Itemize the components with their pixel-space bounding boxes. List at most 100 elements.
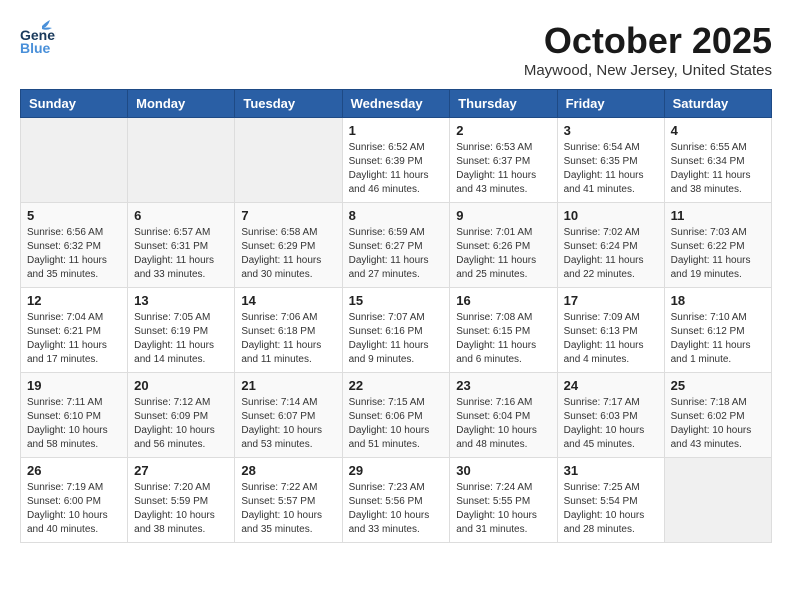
- day-number: 19: [27, 378, 121, 393]
- day-number: 7: [241, 208, 335, 223]
- day-number: 31: [564, 463, 658, 478]
- day-number: 22: [349, 378, 444, 393]
- weekday-header-tuesday: Tuesday: [235, 90, 342, 118]
- day-info: Sunrise: 6:53 AM Sunset: 6:37 PM Dayligh…: [456, 141, 550, 197]
- day-info: Sunrise: 7:11 AM Sunset: 6:10 PM Dayligh…: [27, 396, 121, 452]
- calendar-cell: 13Sunrise: 7:05 AM Sunset: 6:19 PM Dayli…: [128, 288, 235, 373]
- calendar-cell: 19 Sunrise: 7:11 AM Sunset: 6:10 PM Dayli…: [21, 373, 128, 458]
- day-info: Sunrise: 6:57 AM Sunset: 6:31 PM Dayligh…: [134, 226, 228, 282]
- day-info: Sunrise: 7:25 AM Sunset: 5:54 PM Dayligh…: [564, 481, 658, 537]
- day-info: Sunrise: 7:12 AM Sunset: 6:09 PM Dayligh…: [134, 396, 228, 452]
- weekday-header-saturday: Saturday: [664, 90, 771, 118]
- weekday-header-monday: Monday: [128, 90, 235, 118]
- day-info: Sunrise: 7:03 AM Sunset: 6:22 PM Dayligh…: [671, 226, 765, 282]
- calendar-cell: 20 Sunrise: 7:12 AM Sunset: 6:09 PM Dayli…: [128, 373, 235, 458]
- day-info: Sunrise: 7:19 AM Sunset: 6:00 PM Dayligh…: [27, 481, 121, 537]
- svg-text:Blue: Blue: [20, 40, 51, 56]
- day-info: Sunrise: 7:15 AM Sunset: 6:06 PM Dayligh…: [349, 396, 444, 452]
- day-number: 18: [671, 293, 765, 308]
- day-number: 17: [564, 293, 658, 308]
- calendar-cell: 3Sunrise: 6:54 AM Sunset: 6:35 PM Daylig…: [557, 118, 664, 203]
- day-info: Sunrise: 7:04 AM Sunset: 6:21 PM Dayligh…: [27, 311, 121, 367]
- calendar-week-5: 26 Sunrise: 7:19 AM Sunset: 6:00 PM Dayli…: [21, 458, 772, 543]
- calendar-week-1: 1Sunrise: 6:52 AM Sunset: 6:39 PM Daylig…: [21, 118, 772, 203]
- calendar-cell: 16 Sunrise: 7:08 AM Sunset: 6:15 PM Dayli…: [450, 288, 557, 373]
- logo-icon: General Blue: [20, 20, 56, 56]
- weekday-header-friday: Friday: [557, 90, 664, 118]
- month-title: October 2025: [524, 20, 772, 62]
- day-number: 28: [241, 463, 335, 478]
- day-info: Sunrise: 7:07 AM Sunset: 6:16 PM Dayligh…: [349, 311, 444, 367]
- day-number: 8: [349, 208, 444, 223]
- day-number: 5: [27, 208, 121, 223]
- title-block: October 2025 Maywood, New Jersey, United…: [524, 20, 772, 79]
- day-number: 14: [241, 293, 335, 308]
- day-number: 6: [134, 208, 228, 223]
- calendar-week-3: 12 Sunrise: 7:04 AM Sunset: 6:21 PM Dayli…: [21, 288, 772, 373]
- day-number: 12: [27, 293, 121, 308]
- day-number: 23: [456, 378, 550, 393]
- calendar-cell: 21 Sunrise: 7:14 AM Sunset: 6:07 PM Dayli…: [235, 373, 342, 458]
- calendar-cell: 8Sunrise: 6:59 AM Sunset: 6:27 PM Daylig…: [342, 203, 450, 288]
- day-info: Sunrise: 6:54 AM Sunset: 6:35 PM Dayligh…: [564, 141, 658, 197]
- calendar-cell: [235, 118, 342, 203]
- calendar-cell: 10Sunrise: 7:02 AM Sunset: 6:24 PM Dayli…: [557, 203, 664, 288]
- day-number: 10: [564, 208, 658, 223]
- calendar-cell: 30 Sunrise: 7:24 AM Sunset: 5:55 PM Dayli…: [450, 458, 557, 543]
- day-info: Sunrise: 7:09 AM Sunset: 6:13 PM Dayligh…: [564, 311, 658, 367]
- weekday-header-wednesday: Wednesday: [342, 90, 450, 118]
- day-number: 29: [349, 463, 444, 478]
- calendar-cell: 18 Sunrise: 7:10 AM Sunset: 6:12 PM Dayli…: [664, 288, 771, 373]
- calendar-cell: 11 Sunrise: 7:03 AM Sunset: 6:22 PM Dayli…: [664, 203, 771, 288]
- day-number: 20: [134, 378, 228, 393]
- day-info: Sunrise: 6:55 AM Sunset: 6:34 PM Dayligh…: [671, 141, 765, 197]
- calendar-cell: 4 Sunrise: 6:55 AM Sunset: 6:34 PM Daylig…: [664, 118, 771, 203]
- day-number: 11: [671, 208, 765, 223]
- calendar-cell: 5 Sunrise: 6:56 AM Sunset: 6:32 PM Daylig…: [21, 203, 128, 288]
- calendar-cell: 25Sunrise: 7:18 AM Sunset: 6:02 PM Dayli…: [664, 373, 771, 458]
- day-info: Sunrise: 6:56 AM Sunset: 6:32 PM Dayligh…: [27, 226, 121, 282]
- day-number: 9: [456, 208, 550, 223]
- weekday-header-row: SundayMondayTuesdayWednesdayThursdayFrid…: [21, 90, 772, 118]
- day-number: 1: [349, 123, 444, 138]
- calendar-cell: 7 Sunrise: 6:58 AM Sunset: 6:29 PM Daylig…: [235, 203, 342, 288]
- calendar-cell: [128, 118, 235, 203]
- calendar-cell: 31 Sunrise: 7:25 AM Sunset: 5:54 PM Dayli…: [557, 458, 664, 543]
- page-header: General Blue October 2025 Maywood, New J…: [20, 20, 772, 79]
- calendar-cell: 1Sunrise: 6:52 AM Sunset: 6:39 PM Daylig…: [342, 118, 450, 203]
- day-info: Sunrise: 7:10 AM Sunset: 6:12 PM Dayligh…: [671, 311, 765, 367]
- day-number: 16: [456, 293, 550, 308]
- day-info: Sunrise: 7:06 AM Sunset: 6:18 PM Dayligh…: [241, 311, 335, 367]
- day-info: Sunrise: 7:24 AM Sunset: 5:55 PM Dayligh…: [456, 481, 550, 537]
- day-number: 4: [671, 123, 765, 138]
- day-number: 26: [27, 463, 121, 478]
- calendar-cell: 17 Sunrise: 7:09 AM Sunset: 6:13 PM Dayli…: [557, 288, 664, 373]
- day-number: 24: [564, 378, 658, 393]
- day-info: Sunrise: 7:23 AM Sunset: 5:56 PM Dayligh…: [349, 481, 444, 537]
- day-info: Sunrise: 7:18 AM Sunset: 6:02 PM Dayligh…: [671, 396, 765, 452]
- calendar-week-2: 5 Sunrise: 6:56 AM Sunset: 6:32 PM Daylig…: [21, 203, 772, 288]
- day-number: 21: [241, 378, 335, 393]
- day-info: Sunrise: 7:05 AM Sunset: 6:19 PM Dayligh…: [134, 311, 228, 367]
- calendar-cell: 24 Sunrise: 7:17 AM Sunset: 6:03 PM Dayli…: [557, 373, 664, 458]
- day-info: Sunrise: 6:58 AM Sunset: 6:29 PM Dayligh…: [241, 226, 335, 282]
- weekday-header-thursday: Thursday: [450, 90, 557, 118]
- calendar-cell: 26 Sunrise: 7:19 AM Sunset: 6:00 PM Dayli…: [21, 458, 128, 543]
- day-number: 15: [349, 293, 444, 308]
- calendar-cell: 6 Sunrise: 6:57 AM Sunset: 6:31 PM Daylig…: [128, 203, 235, 288]
- day-info: Sunrise: 7:17 AM Sunset: 6:03 PM Dayligh…: [564, 396, 658, 452]
- day-number: 30: [456, 463, 550, 478]
- day-info: Sunrise: 7:01 AM Sunset: 6:26 PM Dayligh…: [456, 226, 550, 282]
- calendar-cell: 22 Sunrise: 7:15 AM Sunset: 6:06 PM Dayli…: [342, 373, 450, 458]
- day-info: Sunrise: 7:20 AM Sunset: 5:59 PM Dayligh…: [134, 481, 228, 537]
- calendar-cell: 15 Sunrise: 7:07 AM Sunset: 6:16 PM Dayli…: [342, 288, 450, 373]
- calendar-cell: 23Sunrise: 7:16 AM Sunset: 6:04 PM Dayli…: [450, 373, 557, 458]
- calendar-cell: [21, 118, 128, 203]
- calendar-cell: 9 Sunrise: 7:01 AM Sunset: 6:26 PM Daylig…: [450, 203, 557, 288]
- calendar-cell: 14 Sunrise: 7:06 AM Sunset: 6:18 PM Dayli…: [235, 288, 342, 373]
- day-info: Sunrise: 7:08 AM Sunset: 6:15 PM Dayligh…: [456, 311, 550, 367]
- day-info: Sunrise: 7:14 AM Sunset: 6:07 PM Dayligh…: [241, 396, 335, 452]
- logo: General Blue: [20, 20, 56, 56]
- calendar-cell: 28Sunrise: 7:22 AM Sunset: 5:57 PM Dayli…: [235, 458, 342, 543]
- calendar-cell: 27Sunrise: 7:20 AM Sunset: 5:59 PM Dayli…: [128, 458, 235, 543]
